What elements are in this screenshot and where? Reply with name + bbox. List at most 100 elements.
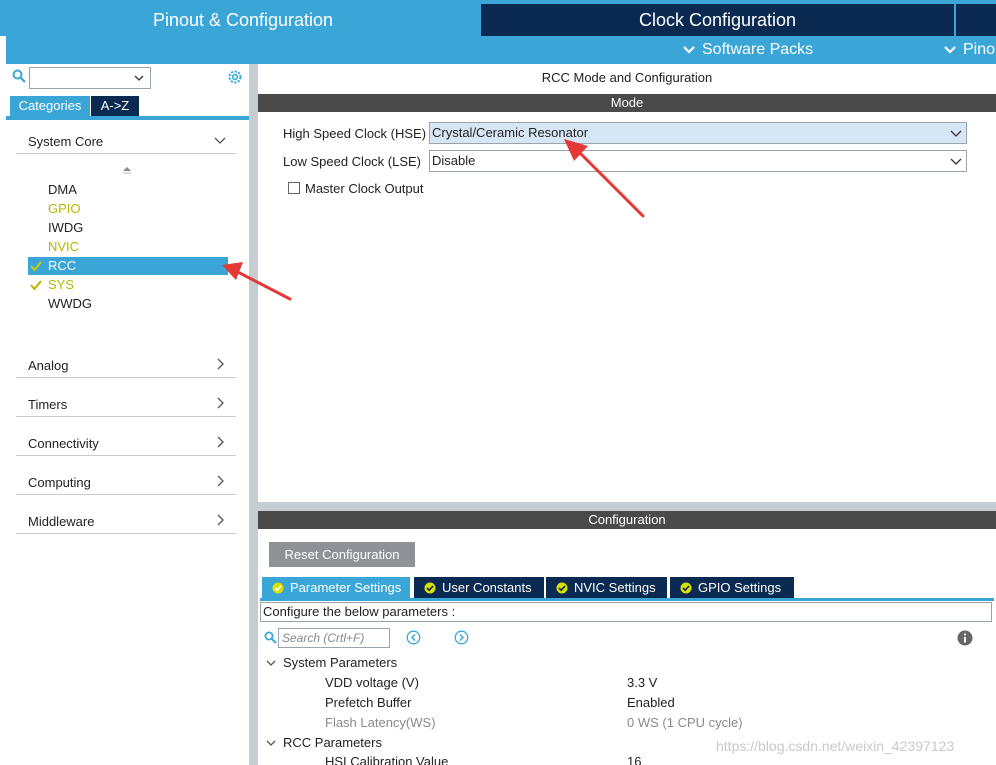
lse-select[interactable]: Disable [429, 150, 967, 172]
next-match-icon[interactable] [454, 630, 469, 645]
peripheral-wwdg[interactable]: WWDG [28, 295, 228, 313]
param-value: 0 WS (1 CPU cycle) [627, 715, 743, 730]
hse-select[interactable]: Crystal/Ceramic Resonator [429, 122, 967, 144]
peripheral-iwdg[interactable]: IWDG [28, 219, 228, 237]
configuration-description: Configure the below parameters : [260, 602, 992, 622]
tab-gpio-settings[interactable]: GPIO Settings [670, 577, 794, 598]
reset-configuration-button[interactable]: Reset Configuration [269, 542, 415, 567]
master-clock-output-checkbox[interactable] [288, 182, 300, 194]
group-label: Computing [28, 475, 91, 490]
chevron-right-icon [217, 436, 224, 448]
param-name: Prefetch Buffer [325, 695, 412, 710]
group-connectivity[interactable]: Connectivity [16, 432, 236, 456]
param-value[interactable]: 3.3 V [627, 675, 657, 690]
scroll-up-icon[interactable] [122, 166, 132, 178]
section-rcc-parameters: RCC Parameters [283, 735, 382, 750]
peripheral-label: SYS [48, 277, 75, 292]
peripheral-label: WWDG [48, 296, 93, 311]
peripheral-nvic[interactable]: NVIC [28, 238, 228, 256]
check-circle-icon [272, 582, 284, 593]
peripheral-dma[interactable]: DMA [28, 181, 228, 199]
peripheral-label: NVIC [48, 239, 80, 254]
previous-match-icon[interactable] [406, 630, 421, 645]
param-value[interactable]: 16 [627, 754, 641, 765]
vertical-splitter[interactable] [249, 64, 258, 765]
categories-button[interactable]: Categories [10, 96, 90, 116]
mode-panel: RCC Mode and Configuration Mode High Spe… [258, 64, 996, 502]
watermark: https://blog.csdn.net/weixin_42397123 [716, 738, 955, 754]
chevron-right-icon [217, 514, 224, 526]
hse-label: High Speed Clock (HSE) [283, 126, 427, 141]
check-circle-icon [424, 582, 436, 593]
chevron-down-icon [950, 158, 962, 165]
param-name: VDD voltage (V) [325, 675, 419, 690]
horizontal-splitter[interactable] [258, 502, 996, 511]
checkmark-icon [30, 280, 42, 291]
peripheral-label: IWDG [48, 220, 84, 235]
peripheral-gpio[interactable]: GPIO [28, 200, 228, 218]
info-icon[interactable] [957, 630, 973, 646]
tab-nvic-settings[interactable]: NVIC Settings [546, 577, 667, 598]
tab-user-constants[interactable]: User Constants [414, 577, 544, 598]
chevron-down-icon[interactable] [266, 738, 276, 748]
section-system-parameters: System Parameters [283, 655, 398, 670]
search-icon[interactable] [12, 69, 26, 83]
check-circle-icon [556, 582, 568, 593]
peripheral-label: GPIO [48, 201, 81, 216]
lse-label: Low Speed Clock (LSE) [283, 154, 422, 169]
left-toolbar: Categories A->Z [6, 64, 249, 120]
peripheral-sys[interactable]: SYS [28, 276, 228, 294]
group-label: Middleware [28, 514, 95, 529]
tab-label: User Constants [442, 580, 532, 595]
group-middleware[interactable]: Middleware [16, 510, 236, 534]
mode-section-header: Mode [258, 94, 996, 112]
group-label: System Core [28, 134, 104, 149]
chevron-down-icon[interactable] [266, 658, 276, 668]
group-analog[interactable]: Analog [16, 354, 236, 378]
group-system-core[interactable]: System Core [16, 130, 236, 154]
gear-icon[interactable] [226, 68, 244, 86]
lse-select-value: Disable [432, 153, 476, 168]
search-icon [264, 631, 277, 644]
tab-pinout-configuration[interactable]: Pinout & Configuration [6, 4, 480, 36]
group-timers[interactable]: Timers [16, 393, 236, 417]
parameter-search-input[interactable]: Search (Crtl+F) [278, 628, 390, 648]
tab-clock-configuration[interactable]: Clock Configuration [481, 4, 954, 36]
left-toolbar-divider [6, 116, 249, 120]
tab-parameter-settings[interactable]: Parameter Settings [262, 577, 410, 598]
left-panel: Categories A->Z System Core DMA GPIO IWD… [6, 64, 249, 765]
chevron-right-icon [217, 397, 224, 409]
software-packs-menu[interactable]: Software Packs [682, 36, 813, 64]
peripheral-label: DMA [48, 182, 77, 197]
peripheral-rcc[interactable]: RCC [28, 257, 228, 275]
param-name: Flash Latency(WS) [325, 715, 436, 730]
tab-extra[interactable] [956, 4, 996, 36]
tab-label: NVIC Settings [574, 580, 656, 595]
param-name: HSI Calibration Value [325, 754, 449, 765]
software-packs-label: Software Packs [702, 41, 814, 58]
group-computing[interactable]: Computing [16, 471, 236, 495]
chevron-down-icon [950, 130, 962, 137]
az-button[interactable]: A->Z [91, 96, 139, 116]
configuration-panel: Configuration Reset Configuration Parame… [258, 511, 996, 765]
group-label: Connectivity [28, 436, 99, 451]
chevron-down-icon [134, 75, 144, 81]
hse-select-value: Crystal/Ceramic Resonator [432, 125, 589, 140]
chevron-right-icon [217, 475, 224, 487]
configuration-header: Configuration [258, 511, 996, 529]
chevron-down-icon [944, 46, 956, 54]
tab-underline [260, 598, 994, 601]
param-value[interactable]: Enabled [627, 695, 675, 710]
group-label: Analog [28, 358, 69, 373]
mode-panel-title: RCC Mode and Configuration [541, 70, 713, 85]
pinout-menu[interactable]: Pino [943, 36, 995, 64]
tab-label: GPIO Settings [698, 580, 782, 595]
search-combo[interactable] [29, 67, 151, 89]
chevron-down-icon [214, 137, 226, 144]
master-clock-output-label: Master Clock Output [305, 181, 424, 196]
group-label: Timers [28, 397, 68, 412]
chevron-down-icon [683, 46, 695, 54]
check-circle-icon [680, 582, 692, 593]
sub-toolbar: Software Packs Pino [6, 36, 996, 64]
pinout-menu-label: Pino [963, 41, 996, 58]
